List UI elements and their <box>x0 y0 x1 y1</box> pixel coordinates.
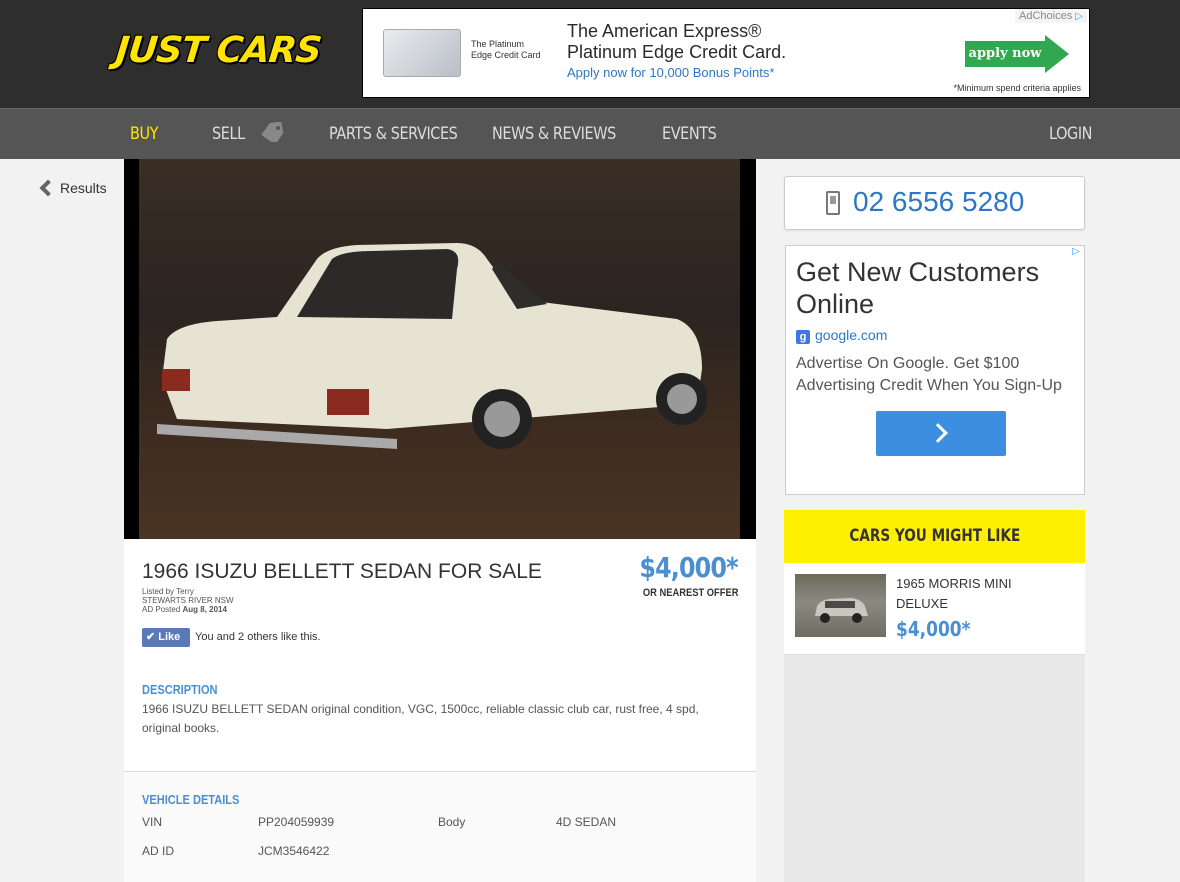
might-like-heading: CARS YOU MIGHT LIKE <box>784 510 1085 563</box>
vin-label: VIN <box>142 815 163 829</box>
ad-posted-label: AD Posted <box>142 605 181 614</box>
vin-value: PP204059939 <box>258 815 335 829</box>
site-header: JUST CARS AdChoices ▷ The Platinum Edge … <box>0 0 1180 108</box>
amex-banner-ad[interactable]: AdChoices ▷ The Platinum Edge Credit Car… <box>362 8 1090 98</box>
google-ad-go-button[interactable] <box>876 411 1006 456</box>
chevron-left-icon <box>39 179 57 197</box>
ad-id-value: JCM3546422 <box>258 844 330 858</box>
phone-number-box[interactable]: 02 6556 5280 <box>784 176 1085 230</box>
vehicle-details-section: VEHICLE DETAILS VIN PP204059939 Body 4D … <box>124 771 756 882</box>
just-cars-logo[interactable]: JUST CARS <box>114 30 323 71</box>
description-text: 1966 ISUZU BELLETT SEDAN original condit… <box>142 700 722 738</box>
like-count-text: You and 2 others like this. <box>195 631 321 643</box>
price-note: OR NEAREST OFFER <box>642 587 738 599</box>
back-to-results-link[interactable]: Results <box>39 179 107 197</box>
might-like-thumbnail[interactable] <box>795 574 886 637</box>
listing-photo[interactable] <box>124 159 756 539</box>
credit-card-image <box>383 29 461 77</box>
nav-login[interactable]: LOGIN <box>1049 109 1092 160</box>
ad-headline: The American Express® Platinum Edge Cred… <box>567 21 786 63</box>
phone-number[interactable]: 02 6556 5280 <box>853 186 1024 218</box>
adchoices-label: AdChoices <box>1019 10 1073 22</box>
apply-now-button[interactable]: apply now <box>965 41 1045 67</box>
card-label: The Platinum Edge Credit Card <box>471 39 541 60</box>
ad-headline-line2: Platinum Edge Credit Card. <box>567 42 787 62</box>
ad-posted-date: Aug 8, 2014 <box>182 605 227 614</box>
adchoices-icon: ▷ <box>1075 11 1083 22</box>
might-like-item[interactable]: 1965 MORRIS MINI DELUXE $4,000* <box>784 563 1085 655</box>
google-ad[interactable]: ▷ Get New Customers Online g google.com A… <box>785 245 1085 495</box>
listing-meta: Listed by Terry STEWARTS RIVER NSW AD Po… <box>142 587 234 614</box>
listing-panel: 1966 ISUZU BELLETT SEDAN FOR SALE Listed… <box>124 159 756 882</box>
listed-by: Listed by Terry <box>142 587 194 596</box>
mini-car-illustration <box>815 598 868 623</box>
ad-headline-line1: The American Express® <box>567 21 762 41</box>
description-heading: DESCRIPTION <box>142 682 218 697</box>
adchoices-badge[interactable]: AdChoices ▷ <box>1015 9 1087 23</box>
car-illustration <box>157 243 707 449</box>
ad-fineprint: *Minimum spend criteria applies <box>953 83 1081 93</box>
nav-parts-services[interactable]: PARTS & SERVICES <box>329 109 458 160</box>
nav-news-reviews[interactable]: NEWS & REVIEWS <box>492 109 616 160</box>
vehicle-details-heading: VEHICLE DETAILS <box>142 792 240 807</box>
ad-posted: AD Posted Aug 8, 2014 <box>142 605 234 614</box>
price-tag-icon <box>261 122 284 142</box>
body-value: 4D SEDAN <box>556 815 617 829</box>
listing-title: 1966 ISUZU BELLETT SEDAN FOR SALE <box>142 560 542 583</box>
might-like-title[interactable]: 1965 MORRIS MINI DELUXE <box>896 574 1036 614</box>
nav-events[interactable]: EVENTS <box>662 109 717 160</box>
google-g-icon: g <box>796 330 810 344</box>
back-label: Results <box>60 180 107 196</box>
arrow-right-icon <box>1045 35 1069 73</box>
ad-id-label: AD ID <box>142 844 175 858</box>
google-ad-url[interactable]: g google.com <box>796 327 887 344</box>
facebook-like-button[interactable]: ✔ Like <box>142 628 190 647</box>
like-label: Like <box>158 631 181 643</box>
body-label: Body <box>438 815 466 829</box>
might-like-price: $4,000* <box>896 617 971 641</box>
google-ad-body: Advertise On Google. Get $100 Advertisin… <box>796 355 1062 394</box>
listing-location: STEWARTS RIVER NSW <box>142 596 234 605</box>
google-ad-url-text: google.com <box>815 327 888 343</box>
mobile-phone-icon <box>826 191 840 215</box>
google-ad-title[interactable]: Get New Customers Online <box>796 256 1076 320</box>
description-line2: original books. <box>142 721 220 735</box>
cars-you-might-like: CARS YOU MIGHT LIKE 1965 MORRIS MINI DEL… <box>784 510 1085 882</box>
ad-subtitle: Apply now for 10,000 Bonus Points* <box>567 65 775 80</box>
chevron-right-icon <box>928 423 948 443</box>
description-line1: 1966 ISUZU BELLETT SEDAN original condit… <box>142 702 699 716</box>
might-like-heading-text: CARS YOU MIGHT LIKE <box>849 526 1020 546</box>
car-photo <box>139 159 740 539</box>
listing-price: $4,000* <box>639 551 739 584</box>
nav-sell[interactable]: SELL <box>212 109 245 160</box>
nav-buy[interactable]: BUY <box>130 109 158 160</box>
main-nav: BUY SELL PARTS & SERVICES NEWS & REVIEWS… <box>0 108 1180 159</box>
